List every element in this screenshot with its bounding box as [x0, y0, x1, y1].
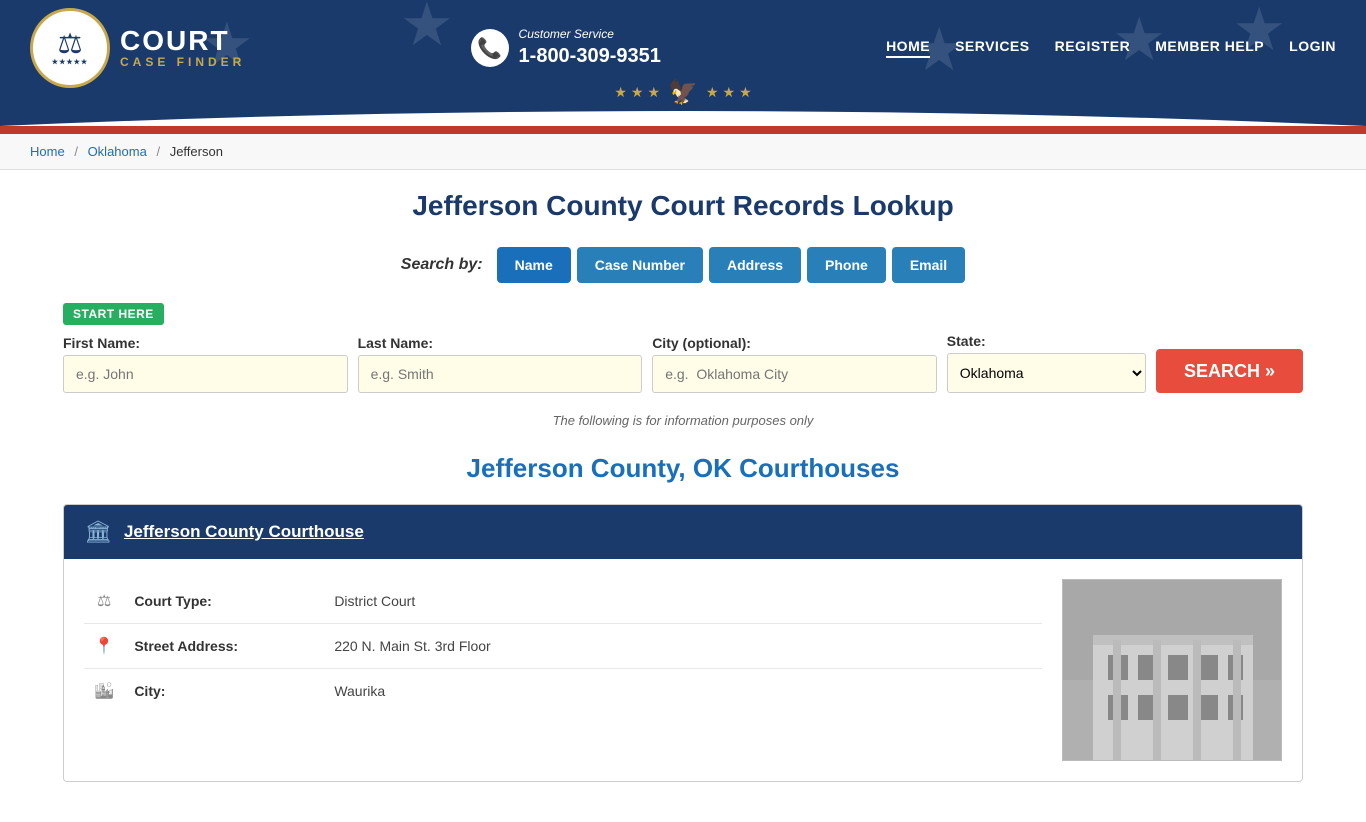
nav-register[interactable]: REGISTER: [1055, 38, 1131, 58]
court-type-icon: ⚖: [84, 579, 124, 624]
logo-court-text: COURT: [120, 27, 245, 55]
state-field: State: Oklahoma Alabama Alaska Arizona A…: [947, 333, 1146, 393]
city-label: City:: [124, 669, 324, 714]
eagle-stars-right: ★★★: [706, 84, 752, 101]
search-by-label: Search by:: [401, 256, 483, 274]
main-content: Jefferson County Court Records Lookup Se…: [33, 170, 1333, 822]
first-name-field: First Name:: [63, 335, 348, 393]
tab-email[interactable]: Email: [892, 247, 965, 283]
red-accent-bar: [0, 126, 1366, 134]
site-header: ★ ★ ★ ★ ★ ★ ⚖ ★★★★★ COURT CASE FINDER 📞 …: [0, 0, 1366, 126]
header-curve: ★★★ 🦅 ★★★: [0, 96, 1366, 126]
city-input[interactable]: [652, 355, 937, 393]
courthouse-name-link[interactable]: Jefferson County Courthouse: [124, 522, 364, 542]
nav-services[interactable]: SERVICES: [955, 38, 1030, 58]
cs-phone: 1-800-309-9351: [519, 43, 661, 69]
cs-label: Customer Service: [519, 27, 661, 43]
logo-icon: ⚖: [52, 30, 88, 58]
city-icon: 🏙: [84, 669, 124, 714]
courthouse-card-header: 🏛 Jefferson County Courthouse: [64, 505, 1302, 559]
courthouse-building-icon: 🏛: [84, 519, 112, 545]
nav-member-help[interactable]: MEMBER HELP: [1155, 38, 1264, 58]
start-here-badge: START HERE: [63, 303, 164, 325]
eagle-icon: 🦅: [668, 78, 698, 107]
tab-name[interactable]: Name: [497, 247, 571, 283]
courthouses-title: Jefferson County, OK Courthouses: [63, 453, 1303, 484]
info-note: The following is for information purpose…: [63, 413, 1303, 428]
street-address-label: Street Address:: [124, 624, 324, 669]
eagle-area: ★★★ 🦅 ★★★: [614, 78, 751, 107]
logo-area: ⚖ ★★★★★ COURT CASE FINDER: [30, 8, 245, 88]
tab-phone[interactable]: Phone: [807, 247, 886, 283]
breadcrumb-sep-2: /: [156, 144, 160, 159]
logo-sub-text: CASE FINDER: [120, 55, 245, 69]
street-address-value: 220 N. Main St. 3rd Floor: [324, 624, 1042, 669]
courthouse-photo: [1062, 579, 1282, 761]
first-name-input[interactable]: [63, 355, 348, 393]
table-row: ⚖ Court Type: District Court: [84, 579, 1042, 624]
nav-login[interactable]: LOGIN: [1289, 38, 1336, 58]
tab-address[interactable]: Address: [709, 247, 801, 283]
table-row: 📍 Street Address: 220 N. Main St. 3rd Fl…: [84, 624, 1042, 669]
courthouse-photo-placeholder: [1063, 580, 1281, 760]
courthouse-card-body: ⚖ Court Type: District Court 📍 Street Ad…: [64, 559, 1302, 781]
last-name-label: Last Name:: [358, 335, 643, 351]
breadcrumb-current: Jefferson: [170, 144, 223, 159]
city-label: City (optional):: [652, 335, 937, 351]
state-label: State:: [947, 333, 1146, 349]
courthouse-details-table: ⚖ Court Type: District Court 📍 Street Ad…: [84, 579, 1042, 713]
cs-text: Customer Service 1-800-309-9351: [519, 27, 661, 69]
city-value: Waurika: [324, 669, 1042, 714]
eagle-stars-left: ★★★: [614, 84, 660, 101]
search-by-row: Search by: Name Case Number Address Phon…: [63, 247, 1303, 283]
courthouse-info: ⚖ Court Type: District Court 📍 Street Ad…: [84, 579, 1042, 761]
court-type-label: Court Type:: [124, 579, 324, 624]
breadcrumb: Home / Oklahoma / Jefferson: [0, 134, 1366, 170]
breadcrumb-oklahoma[interactable]: Oklahoma: [88, 144, 147, 159]
logo-circle: ⚖ ★★★★★: [30, 8, 110, 88]
phone-icon: 📞: [471, 29, 509, 67]
last-name-field: Last Name:: [358, 335, 643, 393]
city-field: City (optional):: [652, 335, 937, 393]
tab-case-number[interactable]: Case Number: [577, 247, 703, 283]
state-select[interactable]: Oklahoma Alabama Alaska Arizona Arkansas…: [947, 353, 1146, 393]
courthouse-card: 🏛 Jefferson County Courthouse ⚖ Court Ty…: [63, 504, 1303, 782]
page-title: Jefferson County Court Records Lookup: [63, 190, 1303, 222]
breadcrumb-home[interactable]: Home: [30, 144, 65, 159]
table-row: 🏙 City: Waurika: [84, 669, 1042, 714]
nav-home[interactable]: HOME: [886, 38, 930, 58]
main-nav: HOME SERVICES REGISTER MEMBER HELP LOGIN: [886, 38, 1336, 58]
search-form: First Name: Last Name: City (optional): …: [63, 333, 1303, 393]
breadcrumb-sep-1: /: [74, 144, 78, 159]
search-button[interactable]: SEARCH »: [1156, 349, 1303, 393]
last-name-input[interactable]: [358, 355, 643, 393]
court-type-value: District Court: [324, 579, 1042, 624]
street-address-icon: 📍: [84, 624, 124, 669]
logo-inner: ⚖ ★★★★★: [52, 30, 88, 66]
logo-text: COURT CASE FINDER: [120, 27, 245, 69]
courthouse-building-svg: [1063, 580, 1281, 760]
first-name-label: First Name:: [63, 335, 348, 351]
customer-service: 📞 Customer Service 1-800-309-9351: [471, 27, 661, 69]
